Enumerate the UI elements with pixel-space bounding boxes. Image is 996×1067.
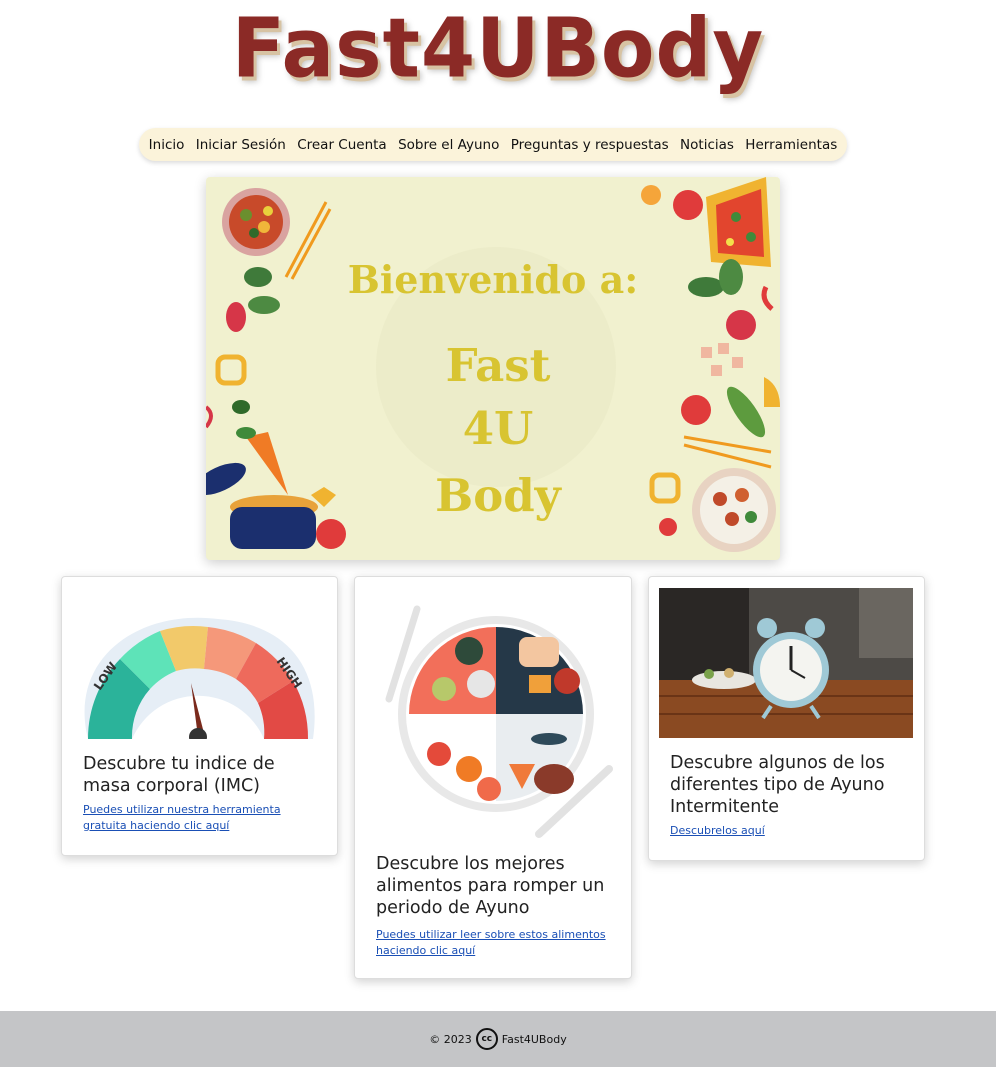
hero-line-fast: Fast xyxy=(445,339,551,392)
nav-item-inicio[interactable]: Inicio xyxy=(149,137,185,153)
card-ayuno-title: Descubre algunos de los diferentes tipo … xyxy=(670,753,885,817)
main-nav: Inicio Iniciar Sesión Crear Cuenta Sobre… xyxy=(139,128,847,161)
hero-welcome-text: Bienvenido a: xyxy=(347,257,639,302)
food-plate-illustration xyxy=(385,605,613,838)
card-ayuno-link[interactable]: Descubrelos aquí xyxy=(670,823,908,839)
creative-commons-icon: cc xyxy=(475,1028,498,1050)
card-ayuno: Descubre algunos de los diferentes tipo … xyxy=(648,576,925,861)
hero-line-body: Body xyxy=(435,469,561,522)
footer-site-name: Fast4UBody xyxy=(501,1032,567,1046)
alarm-clock-photo xyxy=(659,588,913,738)
site-logo-title[interactable]: Fast4UBody xyxy=(232,2,764,97)
site-header: Fast4UBody xyxy=(0,0,996,124)
hero-line-4u: 4U xyxy=(462,402,534,455)
nav-item-crear-cuenta[interactable]: Crear Cuenta xyxy=(297,137,387,153)
hero-banner: Bienvenido a: Fast 4U Body xyxy=(206,177,780,560)
card-imc-title: Descubre tu indice de masa corporal (IMC… xyxy=(83,754,275,796)
card-foods-link[interactable]: Puedes utilizar leer sobre estos aliment… xyxy=(376,927,615,959)
card-imc-link[interactable]: Puedes utilizar nuestra herramienta grat… xyxy=(83,802,321,834)
bmi-gauge-illustration: LOW HIGH xyxy=(84,617,315,739)
site-footer: © 2023 cc Fast4UBody xyxy=(0,1011,996,1067)
nav-item-herramientas[interactable]: Herramientas xyxy=(745,137,837,153)
nav-item-noticias[interactable]: Noticias xyxy=(680,137,734,153)
card-foods: Descubre los mejores alimentos para romp… xyxy=(354,576,632,979)
nav-item-iniciar-sesion[interactable]: Iniciar Sesión xyxy=(196,137,286,153)
nav-item-preguntas[interactable]: Preguntas y respuestas xyxy=(511,137,669,153)
card-foods-title: Descubre los mejores alimentos para romp… xyxy=(376,854,605,918)
card-imc: LOW HIGH Descubre tu indice de masa corp… xyxy=(61,576,338,856)
nav-item-sobre-el-ayuno[interactable]: Sobre el Ayuno xyxy=(398,137,499,153)
footer-copyright: © 2023 xyxy=(429,1032,472,1046)
